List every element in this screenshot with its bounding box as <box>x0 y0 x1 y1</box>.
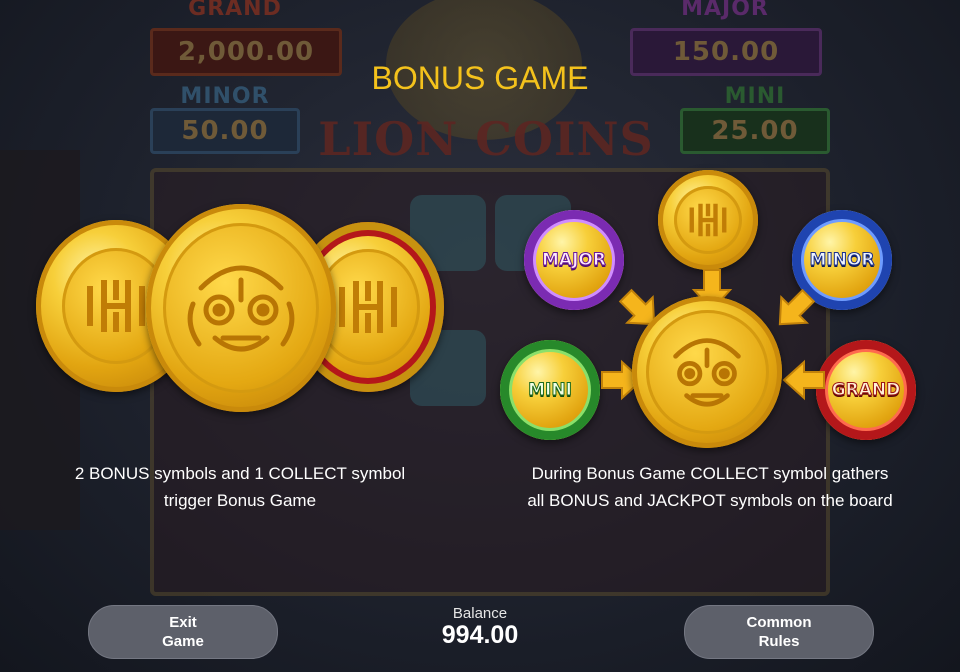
minor-coin-label: MINOR <box>809 250 875 271</box>
right-caption: During Bonus Game COLLECT symbol gathers… <box>492 460 928 514</box>
jackpot-major-label: MAJOR <box>681 0 769 21</box>
screen-title: BONUS GAME <box>371 60 589 96</box>
jackpot-grand-label: GRAND <box>188 0 282 21</box>
grand-coin-label: GRAND <box>831 380 901 401</box>
right-caption-line1: During Bonus Game COLLECT symbol gathers <box>531 464 889 483</box>
exit-game-button[interactable]: Exit Game <box>88 605 278 659</box>
game-logo: LION COINS <box>318 112 654 166</box>
major-coin-icon: MAJOR <box>524 210 624 310</box>
lion-face-icon <box>146 204 336 412</box>
balance-value: 994.00 <box>441 621 519 649</box>
balance-label: Balance <box>452 605 508 622</box>
left-caption-line1: 2 BONUS symbols and 1 COLLECT symbol <box>74 464 406 483</box>
arrow-left-icon <box>782 359 825 401</box>
rules-label-line2: Rules <box>758 633 800 650</box>
exit-label-line2: Game <box>162 633 204 650</box>
rules-label-line1: Common <box>746 614 812 631</box>
bonus-coin-icon <box>658 170 758 270</box>
left-caption-line2: trigger Bonus Game <box>163 491 317 510</box>
collect-coin-icon <box>632 296 782 448</box>
grand-coin-icon: GRAND <box>816 340 916 440</box>
mini-coin-label: MINI <box>528 380 573 401</box>
exit-label-line1: Exit <box>169 614 197 631</box>
common-rules-button[interactable]: Common Rules <box>684 605 874 659</box>
jackpot-mini-value: 25.00 <box>680 108 830 154</box>
mini-coin-icon: MINI <box>500 340 600 440</box>
lion-face-icon <box>632 296 782 448</box>
jackpot-minor-value: 50.00 <box>150 108 300 154</box>
left-caption: 2 BONUS symbols and 1 COLLECT symbol tri… <box>30 460 450 514</box>
major-coin-label: MAJOR <box>542 250 607 271</box>
right-caption-line2: all BONUS and JACKPOT symbols on the boa… <box>527 491 893 510</box>
collect-coin-icon <box>146 204 336 412</box>
fu-symbol-icon <box>658 170 758 270</box>
